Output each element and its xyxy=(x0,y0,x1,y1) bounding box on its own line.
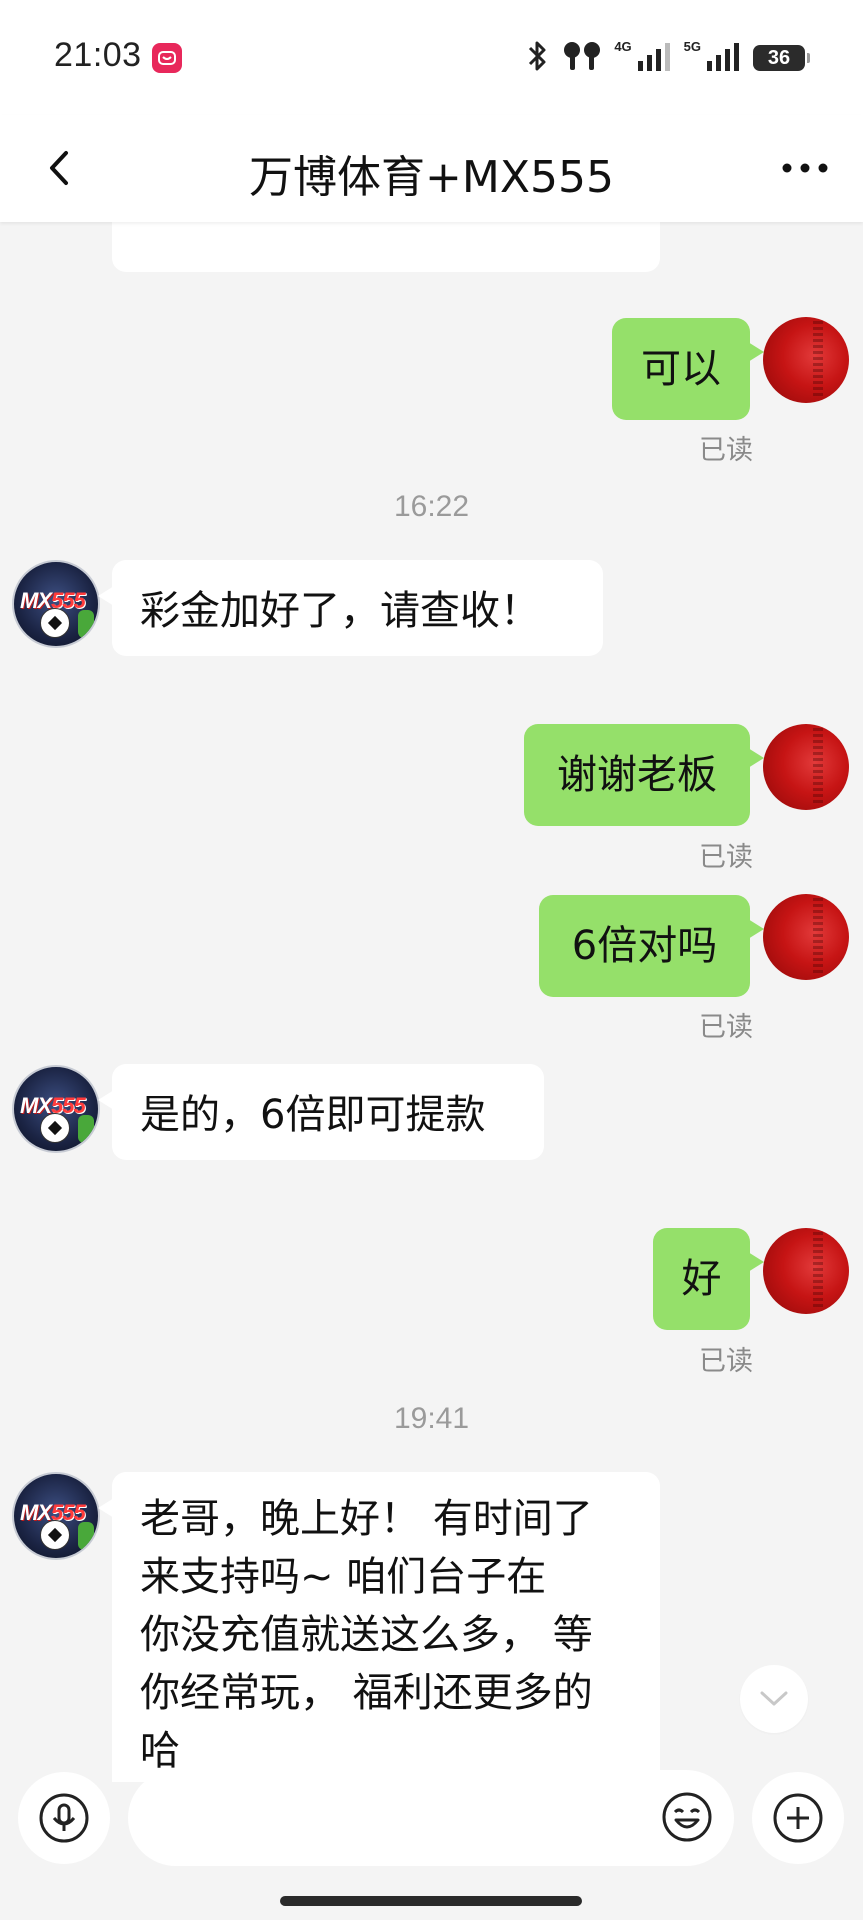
avatar-self[interactable] xyxy=(763,1228,849,1314)
message-bubble-partial xyxy=(112,222,660,272)
network-label-5g: 5G xyxy=(683,38,701,54)
time-divider: 16:22 xyxy=(393,490,470,523)
chat-title: 万博体育+MX555 xyxy=(249,152,614,203)
avatar-self[interactable] xyxy=(763,317,849,403)
message-text: 好 xyxy=(681,1256,722,1302)
read-status: 已读 xyxy=(699,1012,753,1043)
plus-circle-icon xyxy=(773,1793,823,1843)
home-indicator[interactable] xyxy=(280,1896,582,1906)
message-text: 是的，6倍即可提款 xyxy=(140,1092,486,1138)
earbuds-icon xyxy=(562,40,602,76)
read-status: 已读 xyxy=(699,842,753,873)
status-bar: 21:03 4G 5G 36 xyxy=(0,0,863,115)
message-text-line: 你经常玩， 福利还更多的 xyxy=(140,1670,593,1716)
message-text: 谢谢老板 xyxy=(557,752,717,798)
more-button[interactable] xyxy=(777,145,833,191)
chat-header: 万博体育+MX555 xyxy=(0,115,863,222)
time-divider: 19:41 xyxy=(393,1402,470,1435)
app-notification-icon xyxy=(152,43,182,73)
more-horizontal-icon xyxy=(782,163,828,173)
message-text-line: 你没充值就送这么多， 等 xyxy=(140,1612,593,1658)
avatar-contact[interactable]: MX555 xyxy=(12,1065,100,1153)
read-status: 已读 xyxy=(699,1346,753,1377)
soccer-ball-icon xyxy=(40,1113,70,1143)
message-text: 彩金加好了，请查收！ xyxy=(140,588,540,634)
message-bubble-incoming[interactable]: 老哥，晚上好！ 有时间了 来支持吗~ 咱们台子在 你没充值就送这么多， 等 你经… xyxy=(98,1472,660,1782)
avatar-self[interactable] xyxy=(763,894,849,980)
soccer-ball-icon xyxy=(40,608,70,638)
input-bar xyxy=(0,1762,863,1866)
message-text-line: 来支持吗~ 咱们台子在 xyxy=(140,1554,547,1600)
message-text: 可以 xyxy=(641,346,721,392)
battery-icon: 36 xyxy=(753,45,810,71)
status-time: 21:03 xyxy=(54,36,142,74)
message-bubble-outgoing[interactable]: 好 xyxy=(653,1228,764,1330)
avatar-decoration xyxy=(78,1522,94,1550)
emoji-button[interactable] xyxy=(660,1790,714,1844)
message-input[interactable] xyxy=(128,1770,734,1866)
soccer-ball-icon xyxy=(40,1520,70,1550)
message-bubble-outgoing[interactable]: 可以 xyxy=(612,318,764,420)
avatar-contact[interactable]: MX555 xyxy=(12,560,100,648)
avatar-decoration xyxy=(78,610,94,638)
read-status: 已读 xyxy=(699,435,753,466)
status-icons: 4G 5G 36 xyxy=(526,38,810,78)
avatar-contact[interactable]: MX555 xyxy=(12,1472,100,1560)
message-bubble-outgoing[interactable]: 谢谢老板 xyxy=(524,724,764,826)
message-bubble-outgoing[interactable]: 6倍对吗 xyxy=(539,895,764,997)
voice-input-button[interactable] xyxy=(18,1772,110,1864)
avatar-self[interactable] xyxy=(763,724,849,810)
battery-level: 36 xyxy=(767,46,791,69)
more-functions-button[interactable] xyxy=(752,1772,844,1864)
network-label-4g: 4G xyxy=(614,38,632,54)
avatar-decoration xyxy=(78,1115,94,1143)
emoji-icon xyxy=(662,1792,712,1842)
signal-icon xyxy=(707,41,741,75)
message-bubble-incoming[interactable]: 彩金加好了，请查收！ xyxy=(98,560,603,656)
scroll-to-bottom-button[interactable] xyxy=(740,1665,808,1733)
message-text: 6倍对吗 xyxy=(571,923,718,969)
microphone-icon xyxy=(39,1793,89,1843)
chevron-down-icon xyxy=(760,1691,788,1706)
message-text-line: 老哥，晚上好！ 有时间了 xyxy=(140,1496,593,1542)
bluetooth-icon xyxy=(526,39,550,77)
signal-icon xyxy=(637,41,672,75)
message-list[interactable]: 可以 已读 16:22 MX555 彩金加好了，请查收！ 谢谢老板 已读 6倍对… xyxy=(0,222,863,1782)
message-bubble-incoming[interactable]: 是的，6倍即可提款 xyxy=(98,1064,544,1160)
